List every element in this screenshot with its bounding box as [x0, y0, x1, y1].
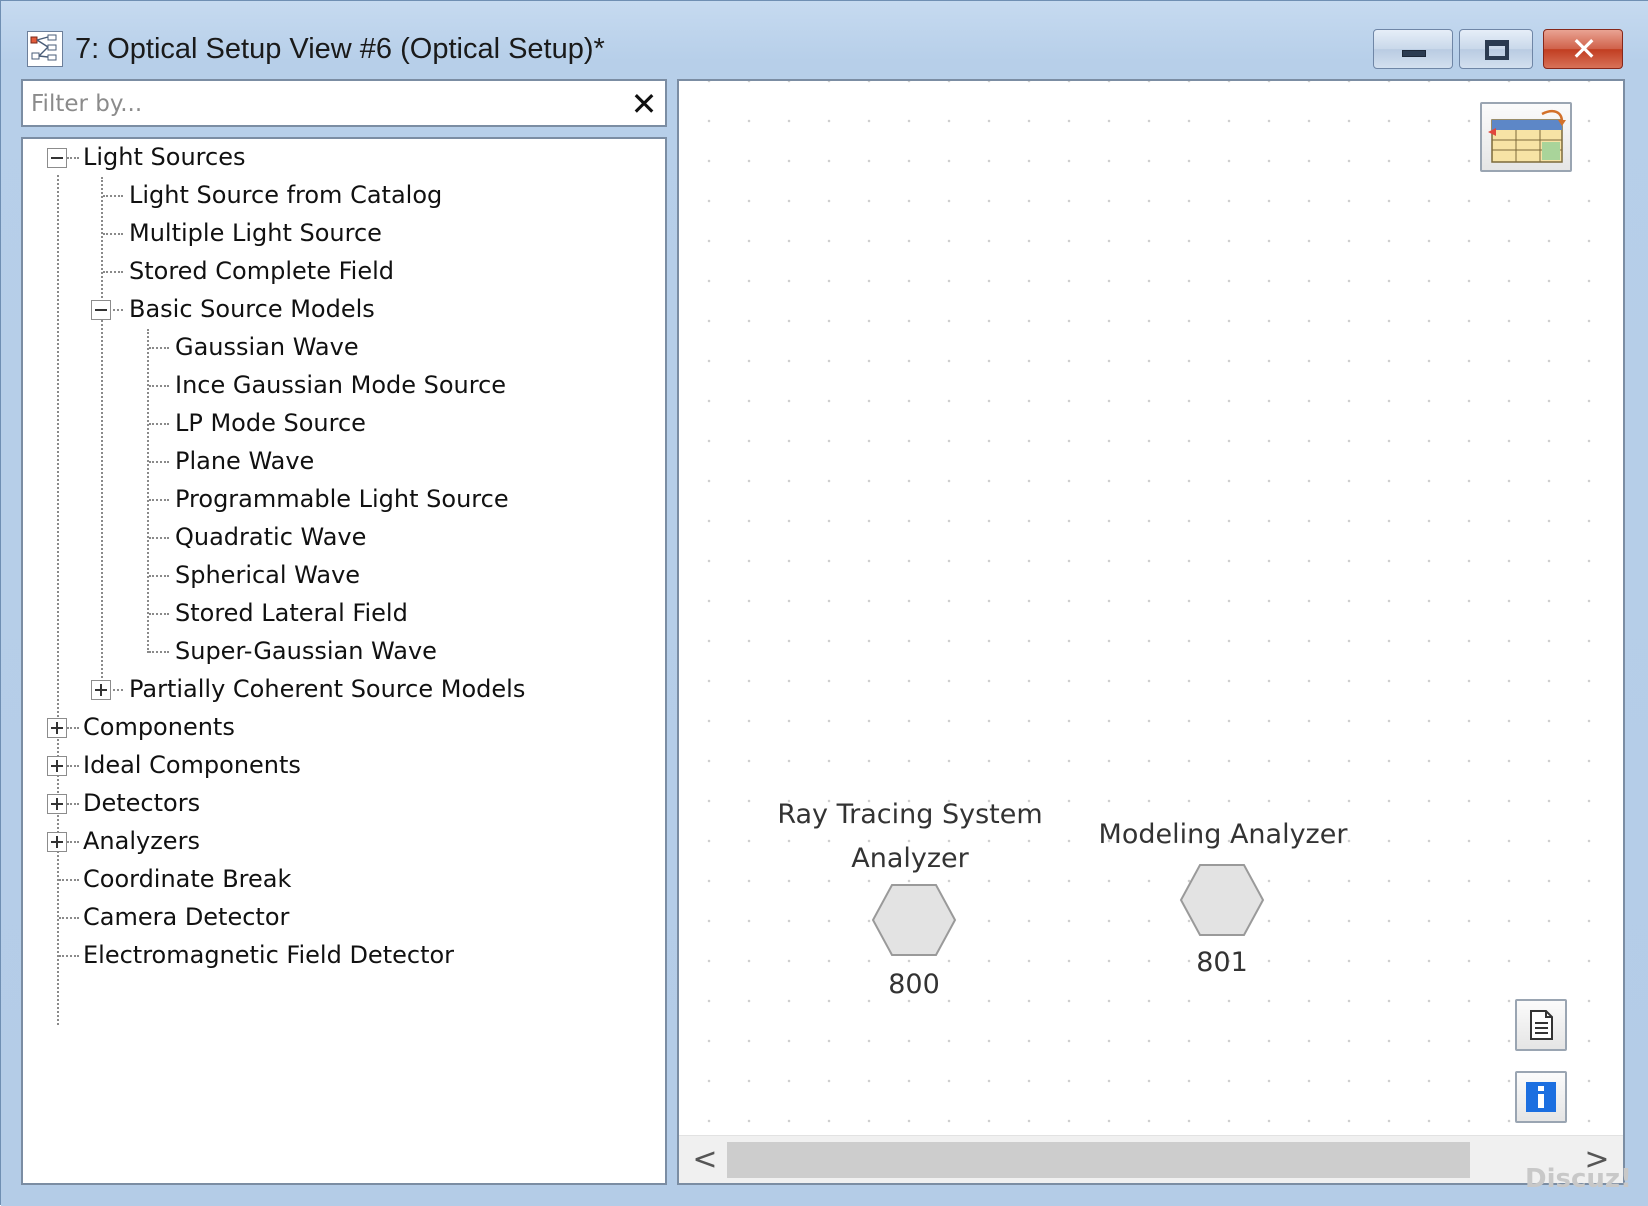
tree-connector: [67, 841, 79, 843]
tree-item-gaussian-wave[interactable]: Gaussian Wave: [175, 329, 359, 365]
tree-connector: [103, 195, 123, 197]
node-800-label-line2: Analyzer: [851, 843, 969, 874]
optical-setup-app-icon[interactable]: [27, 31, 63, 67]
optical-setup-window: 7: Optical Setup View #6 (Optical Setup)…: [0, 0, 1648, 1206]
tree-connector: [67, 727, 79, 729]
tree-item-lp-mode-source[interactable]: LP Mode Source: [175, 405, 366, 441]
tree-item-camera-detector[interactable]: Camera Detector: [83, 899, 289, 935]
tree-connector: [59, 879, 79, 881]
tree-item-programmable-light-source[interactable]: Programmable Light Source: [175, 481, 509, 517]
ray-tracing-system-analyzer-node[interactable]: [871, 883, 957, 957]
expand-analyzers-icon[interactable]: [47, 832, 67, 852]
tree-item-stored-lateral-field[interactable]: Stored Lateral Field: [175, 595, 408, 631]
tree-connector: [67, 157, 79, 159]
tree-item-electromagnetic-field-detector[interactable]: Electromagnetic Field Detector: [83, 937, 454, 973]
tree-item-partially-coherent-source-models[interactable]: Partially Coherent Source Models: [129, 671, 525, 707]
node-801-label: Modeling Analyzer: [1098, 819, 1348, 850]
expand-components-icon[interactable]: [47, 718, 67, 738]
maximize-button[interactable]: [1459, 29, 1533, 69]
document-button[interactable]: [1515, 999, 1567, 1051]
tree-item-detectors[interactable]: Detectors: [83, 785, 200, 821]
tree-connector: [149, 537, 169, 539]
tree-item-stored-complete-field[interactable]: Stored Complete Field: [129, 253, 394, 289]
tree-connector: [149, 461, 169, 463]
tree-connector: [103, 233, 123, 235]
horizontal-scrollbar[interactable]: < >: [679, 1135, 1623, 1183]
maximize-icon: [1485, 40, 1509, 60]
tree-connector: [149, 651, 169, 653]
tree-connector: [149, 575, 169, 577]
tree-connector: [147, 329, 149, 653]
info-button[interactable]: [1515, 1071, 1567, 1123]
tree-connector: [113, 689, 123, 691]
tree-item-super-gaussian-wave[interactable]: Super-Gaussian Wave: [175, 633, 437, 669]
tree-connector: [67, 803, 79, 805]
tree-item-quadratic-wave[interactable]: Quadratic Wave: [175, 519, 366, 555]
tree-item-multiple-light-source[interactable]: Multiple Light Source: [129, 215, 382, 251]
expand-partially-coherent-icon[interactable]: [91, 680, 111, 700]
clear-filter-icon[interactable]: ✕: [627, 85, 661, 123]
layout-table-button[interactable]: [1480, 102, 1572, 172]
tree-connector: [149, 423, 169, 425]
tree-item-light-sources[interactable]: Light Sources: [83, 139, 245, 175]
tree-connector: [149, 385, 169, 387]
document-icon: [1530, 1010, 1553, 1040]
tree-connector: [59, 917, 79, 919]
tree-item-components[interactable]: Components: [83, 709, 235, 745]
tree-connector: [57, 879, 59, 957]
node-801-id: 801: [1196, 947, 1248, 978]
scrollbar-thumb[interactable]: [727, 1142, 1470, 1178]
tree-item-basic-source-models[interactable]: Basic Source Models: [129, 291, 375, 327]
close-button[interactable]: ✕: [1543, 29, 1623, 69]
minimize-icon: [1402, 50, 1426, 57]
collapse-basic-source-models-icon[interactable]: [91, 300, 111, 320]
tree-connector: [67, 765, 79, 767]
expand-ideal-components-icon[interactable]: [47, 756, 67, 776]
tree-item-light-source-from-catalog[interactable]: Light Source from Catalog: [129, 177, 442, 213]
expand-detectors-icon[interactable]: [47, 794, 67, 814]
tree-item-ideal-components[interactable]: Ideal Components: [83, 747, 301, 783]
tree-item-analyzers[interactable]: Analyzers: [83, 823, 200, 859]
network-diagram-icon: [30, 34, 57, 61]
filter-input[interactable]: [31, 85, 611, 123]
tree-item-spherical-wave[interactable]: Spherical Wave: [175, 557, 360, 593]
modeling-analyzer-node[interactable]: [1179, 863, 1265, 937]
tree-item-plane-wave[interactable]: Plane Wave: [175, 443, 314, 479]
collapse-light-sources-icon[interactable]: [47, 148, 67, 168]
info-icon: [1526, 1082, 1556, 1112]
filter-box: ✕: [21, 79, 667, 127]
node-800-id: 800: [888, 969, 940, 1000]
tree-connector: [103, 271, 123, 273]
tree-connector: [113, 309, 123, 311]
node-800-label-line1: Ray Tracing System: [777, 799, 1043, 830]
tree-connector: [149, 499, 169, 501]
tree-connector: [59, 955, 79, 957]
scroll-left-icon[interactable]: <: [685, 1140, 725, 1180]
watermark: Discuz!: [1525, 1164, 1632, 1194]
title-bar[interactable]: 7: Optical Setup View #6 (Optical Setup)…: [1, 1, 1648, 77]
component-tree[interactable]: Light Sources Light Source from Catalog …: [21, 137, 667, 1185]
table-layout-icon: [1488, 110, 1566, 163]
tree-connector: [149, 347, 169, 349]
tree-connector: [149, 613, 169, 615]
optical-setup-canvas[interactable]: Ray Tracing System Analyzer 800 Modeling…: [677, 79, 1625, 1185]
close-icon: ✕: [1570, 30, 1598, 68]
window-title: 7: Optical Setup View #6 (Optical Setup)…: [75, 33, 605, 65]
tree-connector: [101, 177, 103, 693]
tree-item-ince-gaussian-mode-source[interactable]: Ince Gaussian Mode Source: [175, 367, 506, 403]
tree-item-coordinate-break[interactable]: Coordinate Break: [83, 861, 291, 897]
minimize-button[interactable]: [1373, 29, 1453, 69]
